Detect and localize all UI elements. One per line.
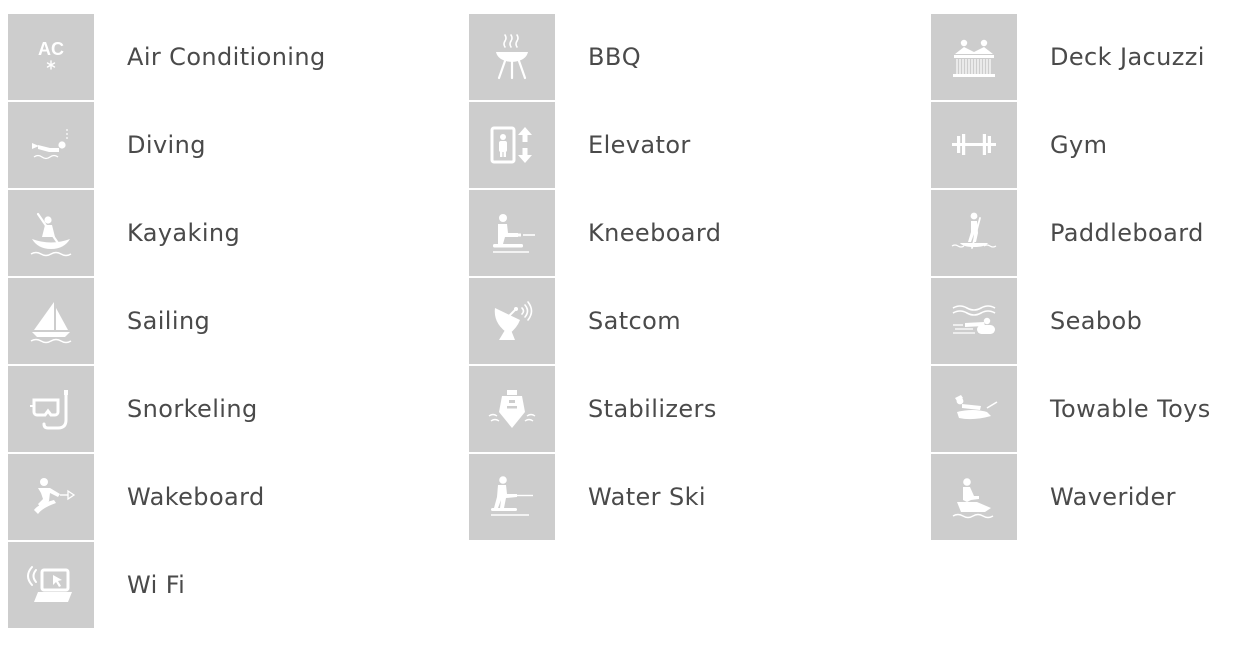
amenity-label: BBQ	[588, 43, 642, 71]
amenity-satcom: Satcom	[469, 278, 931, 364]
amenity-label: Wakeboard	[127, 483, 265, 511]
amenity-label: Diving	[127, 131, 206, 159]
boat-stabilizer-icon	[469, 366, 555, 452]
amenity-label: Elevator	[588, 131, 691, 159]
kayak-icon	[8, 190, 94, 276]
amenity-sailing: Sailing	[8, 278, 469, 364]
elevator-icon	[469, 102, 555, 188]
amenity-water-ski: Water Ski	[469, 454, 931, 540]
amenities-row: AC Air Conditioning BBQ Deck Jacuzzi	[8, 14, 1240, 100]
amenity-label: Kneeboard	[588, 219, 722, 247]
amenities-row: Wi Fi	[8, 542, 1240, 628]
amenity-label: Stabilizers	[588, 395, 717, 423]
bbq-grill-icon	[469, 14, 555, 100]
amenities-row: Wakeboard Water Ski Waverider	[8, 454, 1240, 540]
amenity-label: Paddleboard	[1050, 219, 1204, 247]
amenity-label: Seabob	[1050, 307, 1143, 335]
towable-toy-icon	[931, 366, 1017, 452]
amenity-kayaking: Kayaking	[8, 190, 469, 276]
dumbbell-icon	[931, 102, 1017, 188]
svg-text:AC: AC	[38, 39, 64, 59]
snorkel-mask-icon	[8, 366, 94, 452]
amenity-wifi: Wi Fi	[8, 542, 469, 628]
amenity-label: Sailing	[127, 307, 211, 335]
jet-ski-icon	[931, 454, 1017, 540]
amenities-row: Sailing Satcom Seabob	[8, 278, 1240, 364]
water-ski-icon	[469, 454, 555, 540]
amenity-label: Deck Jacuzzi	[1050, 43, 1205, 71]
kneeboard-icon	[469, 190, 555, 276]
amenities-row: Snorkeling Stabilizers Towable Toys	[8, 366, 1240, 452]
wifi-laptop-icon	[8, 542, 94, 628]
amenity-label: Gym	[1050, 131, 1108, 159]
amenity-deck-jacuzzi: Deck Jacuzzi	[931, 14, 1240, 100]
amenity-label: Towable Toys	[1050, 395, 1211, 423]
amenity-label: Satcom	[588, 307, 682, 335]
seabob-icon	[931, 278, 1017, 364]
amenity-kneeboard: Kneeboard	[469, 190, 931, 276]
diving-icon	[8, 102, 94, 188]
amenity-seabob: Seabob	[931, 278, 1240, 364]
satellite-dish-icon	[469, 278, 555, 364]
amenities-grid: AC Air Conditioning BBQ Deck Jacuzzi Div…	[8, 14, 1240, 630]
amenity-label: Wi Fi	[127, 571, 186, 599]
wakeboard-icon	[8, 454, 94, 540]
sailboat-icon	[8, 278, 94, 364]
amenity-snorkeling: Snorkeling	[8, 366, 469, 452]
amenity-elevator: Elevator	[469, 102, 931, 188]
amenities-row: Diving Elevator Gym	[8, 102, 1240, 188]
amenity-air-conditioning: AC Air Conditioning	[8, 14, 469, 100]
amenity-waverider: Waverider	[931, 454, 1240, 540]
amenity-paddleboard: Paddleboard	[931, 190, 1240, 276]
amenities-row: Kayaking Kneeboard Paddleboard	[8, 190, 1240, 276]
air-conditioning-icon: AC	[8, 14, 94, 100]
amenity-wakeboard: Wakeboard	[8, 454, 469, 540]
amenity-label: Air Conditioning	[127, 43, 326, 71]
amenity-label: Water Ski	[588, 483, 706, 511]
amenity-label: Snorkeling	[127, 395, 258, 423]
amenity-label: Waverider	[1050, 483, 1176, 511]
amenity-stabilizers: Stabilizers	[469, 366, 931, 452]
amenity-towable-toys: Towable Toys	[931, 366, 1240, 452]
deck-jacuzzi-icon	[931, 14, 1017, 100]
amenity-gym: Gym	[931, 102, 1240, 188]
amenity-diving: Diving	[8, 102, 469, 188]
paddleboard-icon	[931, 190, 1017, 276]
amenity-label: Kayaking	[127, 219, 241, 247]
amenity-bbq: BBQ	[469, 14, 931, 100]
